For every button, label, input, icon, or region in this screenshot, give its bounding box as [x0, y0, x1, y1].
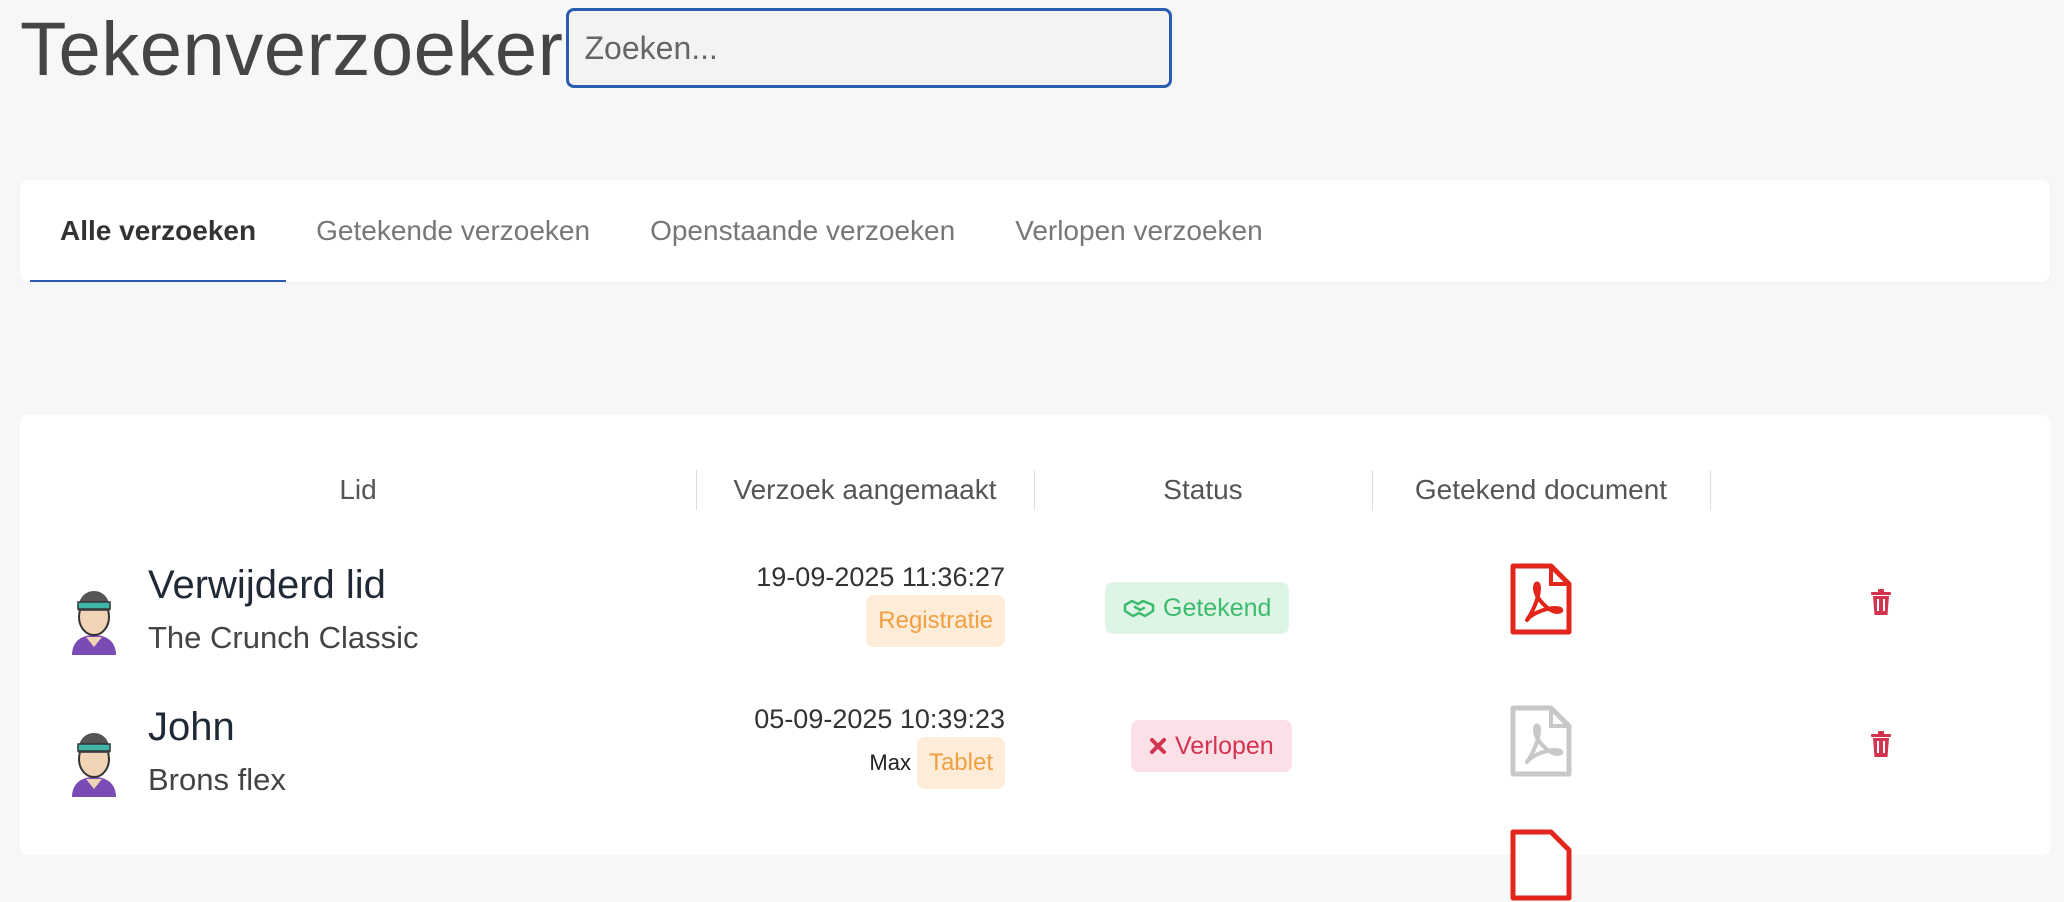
table-row[interactable]: John Brons flex 05-09-2025 10:39:23 Max …: [20, 682, 2050, 824]
source-badge: Tablet: [916, 737, 1005, 789]
created-meta: Max Tablet: [869, 737, 1005, 789]
created-timestamp: 05-09-2025 10:39:23: [754, 704, 1005, 734]
member-plan: The Crunch Classic: [148, 620, 419, 655]
tab-open-requests[interactable]: Openstaande verzoeken: [620, 180, 985, 282]
tab-signed-requests[interactable]: Getekende verzoeken: [286, 180, 620, 282]
pdf-document-icon: [1510, 705, 1572, 777]
pdf-document-icon[interactable]: [1509, 828, 1573, 902]
table-header: Lid Verzoek aangemaakt Status Getekend d…: [20, 445, 2050, 535]
source-badge: Registratie: [866, 595, 1005, 647]
column-divider: [1710, 470, 1711, 510]
created-by: Max: [869, 750, 911, 775]
member-plan: Brons flex: [148, 762, 286, 797]
column-header-created[interactable]: Verzoek aangemaakt: [696, 445, 1034, 535]
page-header: Tekenverzoeker: [20, 0, 1172, 100]
pdf-document-icon[interactable]: [1509, 562, 1573, 636]
tab-bar: Alle verzoeken Getekende verzoeken Opens…: [20, 180, 2050, 282]
status-label: Getekend: [1163, 593, 1272, 622]
page-title: Tekenverzoeker: [20, 7, 564, 92]
search-input[interactable]: [565, 8, 1172, 88]
requests-table: Lid Verzoek aangemaakt Status Getekend d…: [20, 415, 2050, 901]
status-badge: Getekend: [1105, 582, 1290, 634]
member-avatar-icon: [72, 591, 116, 655]
column-header-member[interactable]: Lid: [20, 445, 696, 535]
member-name[interactable]: Verwijderd lid: [148, 563, 386, 608]
trash-icon[interactable]: [1869, 730, 1893, 758]
table-row[interactable]: Verwijderd lid The Crunch Classic 19-09-…: [20, 540, 2050, 682]
trash-icon[interactable]: [1869, 588, 1893, 616]
column-header-status[interactable]: Status: [1034, 445, 1372, 535]
member-name[interactable]: John: [148, 705, 235, 750]
tab-expired-requests[interactable]: Verlopen verzoeken: [985, 180, 1293, 282]
status-badge: Verlopen: [1131, 720, 1292, 772]
handshake-icon: [1123, 599, 1155, 618]
tab-all-requests[interactable]: Alle verzoeken: [30, 180, 287, 282]
created-meta: Registratie: [866, 595, 1005, 647]
column-header-document[interactable]: Getekend document: [1372, 445, 1710, 535]
member-avatar-icon: [72, 733, 116, 797]
x-icon: [1150, 738, 1166, 754]
status-label: Verlopen: [1175, 731, 1274, 760]
created-timestamp: 19-09-2025 11:36:27: [756, 562, 1005, 592]
